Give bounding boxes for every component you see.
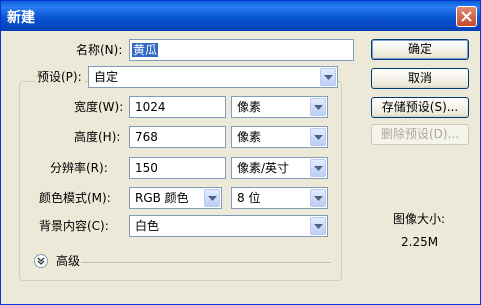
ok-button[interactable]: 确定 [371, 39, 469, 60]
resolution-label: 分辨率(R): [50, 161, 108, 175]
name-label: 名称(N): [76, 43, 123, 57]
close-icon [461, 11, 472, 22]
save-preset-button[interactable]: 存储预设(S)... [371, 97, 469, 118]
width-label: 宽度(W): [74, 100, 124, 114]
advanced-label[interactable]: 高级 [56, 251, 80, 271]
dialog-title: 新建 [7, 10, 35, 26]
image-size-label: 图像大小: [393, 212, 446, 226]
bit-depth-dropdown-icon[interactable] [310, 189, 326, 207]
background-value: 白色 [135, 219, 160, 233]
color-mode-label: 颜色模式(M): [39, 191, 111, 205]
width-unit-select[interactable]: 像素 [231, 96, 328, 118]
color-mode-dropdown-icon[interactable] [204, 189, 220, 207]
name-value: 黄瓜 [132, 43, 159, 57]
name-field[interactable]: 黄瓜 [129, 39, 354, 61]
width-unit-dropdown-icon[interactable] [310, 98, 326, 116]
preset-value: 自定 [94, 70, 119, 84]
height-unit-select[interactable]: 像素 [231, 126, 328, 148]
color-mode-select[interactable]: RGB 颜色 [129, 187, 222, 209]
preset-dropdown-icon[interactable] [320, 68, 336, 86]
advanced-toggle-icon[interactable] [34, 254, 48, 268]
height-unit-dropdown-icon[interactable] [310, 128, 326, 146]
title-bar: 新建 [1, 1, 480, 31]
cancel-button[interactable]: 取消 [371, 68, 469, 89]
resolution-field[interactable]: 150 [129, 157, 226, 179]
color-mode-value: RGB 颜色 [135, 191, 189, 205]
image-size-value: 2.25M [401, 235, 439, 249]
close-button[interactable] [456, 6, 477, 27]
background-dropdown-icon[interactable] [310, 217, 326, 235]
height-unit-value: 像素 [237, 130, 262, 144]
bit-depth-value: 8 位 [237, 191, 261, 205]
resolution-unit-value: 像素/英寸 [237, 161, 290, 175]
preset-label: 预设(P): [35, 67, 84, 87]
height-label: 高度(H): [74, 130, 121, 144]
resolution-unit-dropdown-icon[interactable] [310, 159, 326, 177]
background-select[interactable]: 白色 [129, 215, 328, 237]
delete-preset-button[interactable]: 删除预设(D)... [371, 124, 469, 145]
bit-depth-select[interactable]: 8 位 [231, 187, 328, 209]
advanced-divider [81, 262, 331, 263]
resolution-unit-select[interactable]: 像素/英寸 [231, 157, 328, 179]
new-document-dialog: 新建 名称(N): 黄瓜 预设(P): 自定 宽度(W): 1024 像素 高度… [0, 0, 481, 305]
preset-select[interactable]: 自定 [88, 66, 338, 88]
width-unit-value: 像素 [237, 100, 262, 114]
width-field[interactable]: 1024 [129, 96, 226, 118]
height-field[interactable]: 768 [129, 126, 226, 148]
background-label: 背景内容(C): [39, 219, 109, 233]
